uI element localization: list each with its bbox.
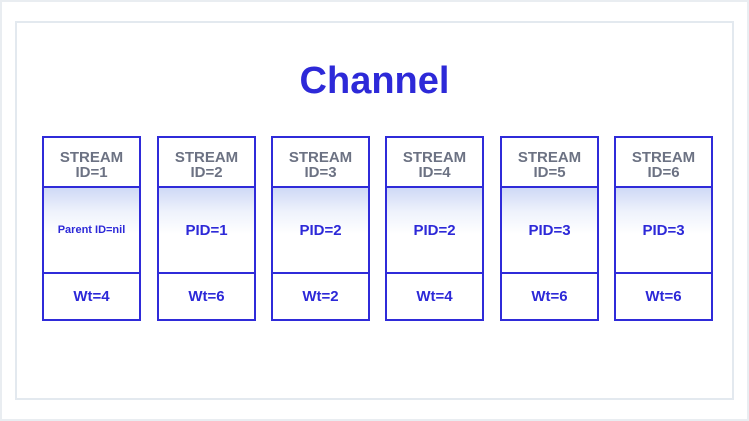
stream-parent: PID=2 bbox=[387, 188, 482, 274]
stream-header: STREAM ID=4 bbox=[387, 138, 482, 188]
stream-parent: PID=2 bbox=[273, 188, 368, 274]
stream-header: STREAM ID=2 bbox=[159, 138, 254, 188]
stream-box-1: STREAM ID=1 Parent ID=nil Wt=4 bbox=[42, 136, 141, 321]
stream-weight: Wt=6 bbox=[531, 288, 568, 305]
channel-title: Channel bbox=[299, 60, 450, 102]
stream-box-5: STREAM ID=5 PID=3 Wt=6 bbox=[500, 136, 599, 321]
stream-parent: PID=1 bbox=[159, 188, 254, 274]
stream-label: STREAM bbox=[631, 149, 696, 166]
stream-id: ID=3 bbox=[304, 164, 337, 181]
stream-header: STREAM ID=5 bbox=[502, 138, 597, 188]
stream-parent: PID=3 bbox=[502, 188, 597, 274]
stream-label: STREAM bbox=[174, 149, 239, 166]
stream-id: ID=5 bbox=[533, 164, 566, 181]
stream-header: STREAM ID=3 bbox=[273, 138, 368, 188]
stream-id: ID=2 bbox=[190, 164, 223, 181]
stream-label: STREAM bbox=[59, 149, 124, 166]
stream-box-4: STREAM ID=4 PID=2 Wt=4 bbox=[385, 136, 484, 321]
stream-header: STREAM ID=1 bbox=[44, 138, 139, 188]
stream-header: STREAM ID=6 bbox=[616, 138, 711, 188]
stream-id: ID=6 bbox=[647, 164, 680, 181]
stream-weight: Wt=6 bbox=[645, 288, 682, 305]
stream-box-2: STREAM ID=2 PID=1 Wt=6 bbox=[157, 136, 256, 321]
stream-weight: Wt=6 bbox=[188, 288, 225, 305]
stream-weight: Wt=4 bbox=[416, 288, 453, 305]
stream-box-6: STREAM ID=6 PID=3 Wt=6 bbox=[614, 136, 713, 321]
stream-weight: Wt=2 bbox=[302, 288, 339, 305]
stream-weight: Wt=4 bbox=[73, 288, 110, 305]
stream-box-3: STREAM ID=3 PID=2 Wt=2 bbox=[271, 136, 370, 321]
stream-label: STREAM bbox=[288, 149, 353, 166]
stream-id: ID=4 bbox=[418, 164, 451, 181]
stream-parent: Parent ID=nil bbox=[44, 188, 139, 274]
stream-label: STREAM bbox=[402, 149, 467, 166]
stream-id: ID=1 bbox=[75, 164, 108, 181]
stream-parent: PID=3 bbox=[616, 188, 711, 274]
stream-label: STREAM bbox=[517, 149, 582, 166]
